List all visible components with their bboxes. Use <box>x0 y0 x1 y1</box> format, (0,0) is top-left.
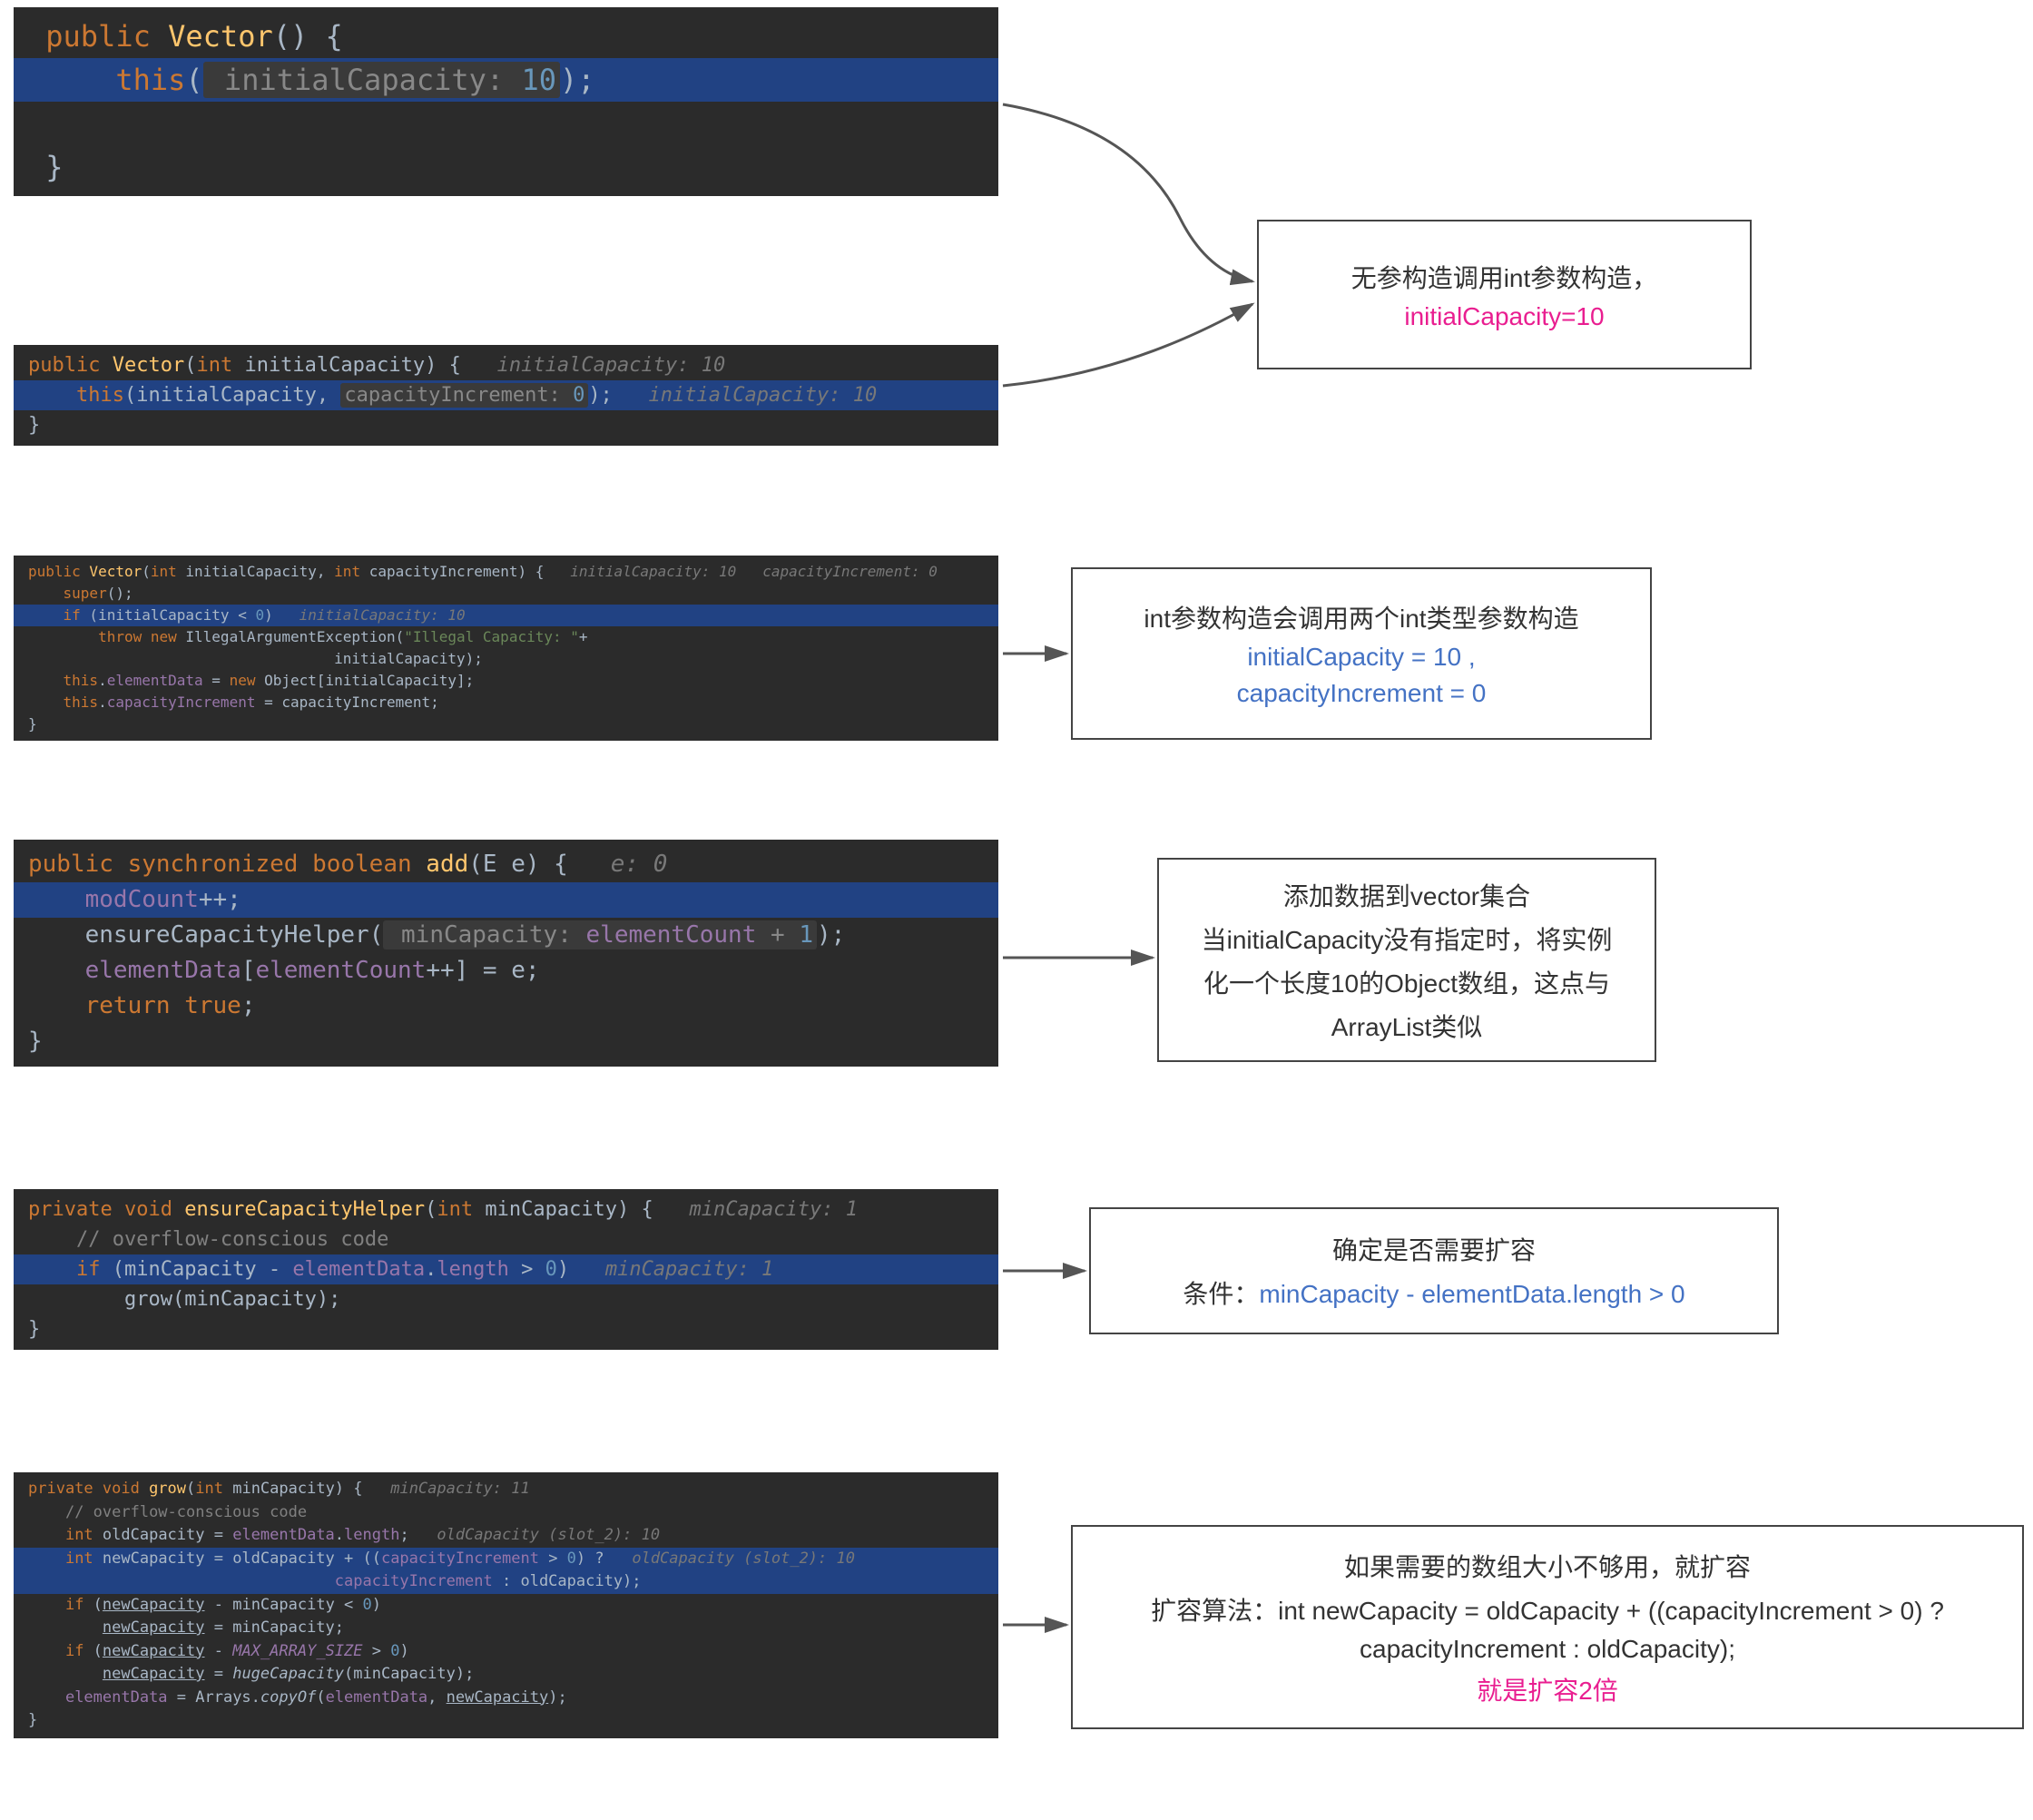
code-line: modCount++; <box>14 882 998 918</box>
annotation-text: 化一个长度10的Object数组，这点与 <box>1186 964 1627 1000</box>
code-line: capacityIncrement : oldCapacity); <box>14 1570 998 1594</box>
arrow-4 <box>998 940 1171 976</box>
annotation-text: 无参构造调用int参数构造， <box>1286 259 1723 295</box>
annotation-text: 添加数据到vector集合 <box>1186 877 1627 913</box>
arrow-3 <box>998 635 1080 672</box>
code-block-6: private void grow(int minCapacity) { min… <box>14 1472 998 1738</box>
code-line: if (newCapacity - minCapacity < 0) <box>14 1594 998 1618</box>
code-line: } <box>14 713 998 735</box>
annotation-text: 就是扩容2倍 <box>1100 1671 1995 1707</box>
arrow-5 <box>998 1253 1098 1289</box>
code-line: // overflow-conscious code <box>14 1225 998 1254</box>
code-line: int oldCapacity = elementData.length; ol… <box>14 1524 998 1548</box>
code-line: newCapacity = minCapacity; <box>14 1617 998 1640</box>
annotation-text: 如果需要的数组大小不够用，就扩容 <box>1100 1548 1995 1584</box>
annotation-text: capacityIncrement = 0 <box>1100 679 1623 708</box>
code-line: newCapacity = hugeCapacity(minCapacity); <box>14 1663 998 1687</box>
code-line: } <box>14 1709 998 1733</box>
code-line: elementData[elementCount++] = e; <box>14 953 998 989</box>
annotation-text: 当initialCapacity没有指定时，将实例 <box>1186 920 1627 957</box>
code-line: if (initialCapacity < 0) initialCapacity… <box>14 605 998 626</box>
annotation-box-4: 确定是否需要扩容 条件：minCapacity - elementData.le… <box>1089 1207 1779 1334</box>
code-block-3: public Vector(int initialCapacity, int c… <box>14 556 998 741</box>
code-line: throw new IllegalArgumentException("Ille… <box>14 626 998 648</box>
code-line: this.elementData = new Object[initialCap… <box>14 670 998 692</box>
code-line: } <box>14 145 998 189</box>
annotation-text: initialCapacity = 10 , <box>1100 643 1623 672</box>
annotation-box-2: int参数构造会调用两个int类型参数构造 initialCapacity = … <box>1071 567 1652 740</box>
code-line: elementData = Arrays.copyOf(elementData,… <box>14 1687 998 1710</box>
annotation-text: ArrayList类似 <box>1186 1008 1627 1044</box>
code-line: private void grow(int minCapacity) { min… <box>14 1478 998 1501</box>
annotation-box-1: 无参构造调用int参数构造， initialCapacity=10 <box>1257 220 1752 369</box>
code-line: this(initialCapacity, capacityIncrement:… <box>14 380 998 410</box>
code-line: private void ensureCapacityHelper(int mi… <box>14 1195 998 1225</box>
annotation-text: capacityIncrement : oldCapacity); <box>1100 1635 1995 1664</box>
code-block-1: public Vector() { this( initialCapacity:… <box>14 7 998 196</box>
code-line: this.capacityIncrement = capacityIncreme… <box>14 692 998 713</box>
code-line: public Vector(int initialCapacity) { ini… <box>14 350 998 380</box>
code-line: super(); <box>14 583 998 605</box>
annotation-text: 条件：minCapacity - elementData.length > 0 <box>1118 1274 1750 1311</box>
annotation-text: initialCapacity=10 <box>1286 302 1723 331</box>
code-block-5: private void ensureCapacityHelper(int mi… <box>14 1189 998 1350</box>
arrow-6 <box>998 1607 1080 1643</box>
annotation-box-3: 添加数据到vector集合 当initialCapacity没有指定时，将实例 … <box>1157 858 1656 1062</box>
code-line: this( initialCapacity: 10); <box>14 58 998 102</box>
annotation-box-5: 如果需要的数组大小不够用，就扩容 扩容算法：int newCapacity = … <box>1071 1525 2024 1729</box>
code-block-4: public synchronized boolean add(E e) { e… <box>14 840 998 1067</box>
arrow-2 <box>998 290 1271 399</box>
code-line: public Vector(int initialCapacity, int c… <box>14 561 998 583</box>
code-line: ensureCapacityHelper( minCapacity: eleme… <box>14 918 998 953</box>
code-line: } <box>14 410 998 440</box>
code-line: } <box>14 1314 998 1344</box>
annotation-text: 确定是否需要扩容 <box>1118 1231 1750 1267</box>
code-line: int newCapacity = oldCapacity + ((capaci… <box>14 1548 998 1571</box>
code-line: initialCapacity); <box>14 648 998 670</box>
annotation-text: 扩容算法：int newCapacity = oldCapacity + ((c… <box>1100 1591 1995 1628</box>
code-line: // overflow-conscious code <box>14 1501 998 1525</box>
code-line: grow(minCapacity); <box>14 1284 998 1314</box>
code-line: if (newCapacity - MAX_ARRAY_SIZE > 0) <box>14 1640 998 1664</box>
code-line: return true; <box>14 989 998 1024</box>
code-block-2: public Vector(int initialCapacity) { ini… <box>14 345 998 446</box>
code-line: if (minCapacity - elementData.length > 0… <box>14 1254 998 1284</box>
code-line: public synchronized boolean add(E e) { e… <box>14 847 998 882</box>
annotation-text: int参数构造会调用两个int类型参数构造 <box>1100 599 1623 635</box>
code-line: public Vector() { <box>14 15 998 58</box>
code-line: } <box>14 1024 998 1059</box>
code-line <box>14 102 998 145</box>
arrow-1 <box>998 100 1271 300</box>
